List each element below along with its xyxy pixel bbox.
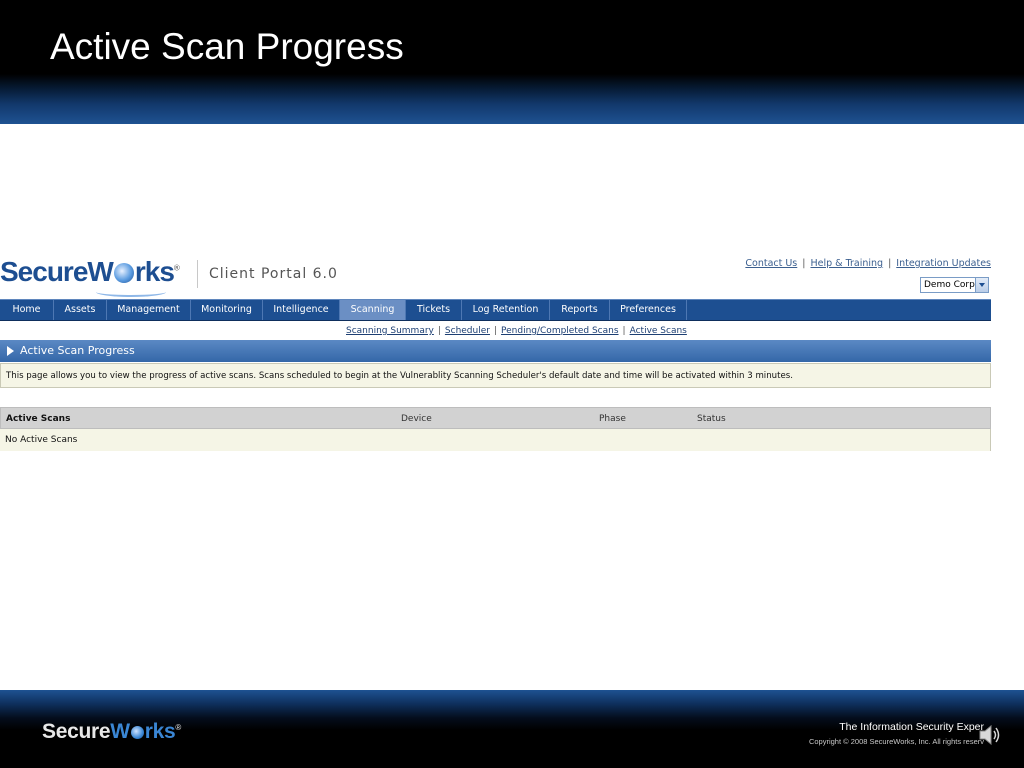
- nav-preferences[interactable]: Preferences: [610, 300, 687, 320]
- chevron-down-icon[interactable]: [975, 278, 988, 292]
- nav-reports[interactable]: Reports: [550, 300, 610, 320]
- nav-assets[interactable]: Assets: [54, 300, 107, 320]
- subnav-scheduler[interactable]: Scheduler: [445, 326, 490, 336]
- empty-message: No Active Scans: [5, 435, 78, 445]
- section-title: Active Scan Progress: [20, 344, 135, 357]
- triangle-right-icon: [7, 346, 14, 356]
- nav-monitoring[interactable]: Monitoring: [191, 300, 263, 320]
- column-device[interactable]: Device: [401, 414, 432, 424]
- client-portal-label: Client Portal 6.0: [209, 266, 338, 282]
- subnav-pending-completed-scans[interactable]: Pending/Completed Scans: [501, 326, 619, 336]
- footer-copyright: Copyright © 2008 SecureWorks, Inc. All r…: [808, 737, 984, 746]
- logo-swoosh: [96, 287, 166, 297]
- contact-us-link[interactable]: Contact Us: [745, 258, 797, 269]
- company-select[interactable]: Demo Corp: [920, 277, 989, 293]
- company-select-value: Demo Corp: [924, 280, 975, 290]
- table-header: Active Scans Device Phase Status: [0, 407, 991, 429]
- column-status[interactable]: Status: [697, 414, 726, 424]
- speaker-icon[interactable]: [977, 722, 1001, 748]
- footer-logo: SecureW rks®: [42, 720, 182, 743]
- nav-scanning[interactable]: Scanning: [340, 300, 406, 320]
- slide-title: Active Scan Progress: [50, 26, 404, 67]
- scanning-subnav: Scanning Summary | Scheduler | Pending/Compl…: [346, 326, 687, 336]
- secureworks-logo: SecureW rks®: [0, 256, 180, 287]
- footer-globe-icon: [130, 726, 144, 739]
- nav-log-retention[interactable]: Log Retention: [462, 300, 550, 320]
- column-phase[interactable]: Phase: [599, 414, 626, 424]
- top-links: Contact Us | Help & Training | Integration U…: [745, 258, 991, 269]
- header-divider: [197, 260, 198, 288]
- subnav-scanning-summary[interactable]: Scanning Summary: [346, 326, 434, 336]
- integration-updates-link[interactable]: Integration Updates: [896, 258, 991, 269]
- subnav-active-scans[interactable]: Active Scans: [630, 326, 687, 336]
- globe-icon: [113, 263, 134, 283]
- help-training-link[interactable]: Help & Training: [810, 258, 883, 269]
- nav-intelligence[interactable]: Intelligence: [263, 300, 340, 320]
- nav-home[interactable]: Home: [0, 300, 54, 320]
- footer-tagline: The Information Security Exper: [839, 721, 984, 733]
- table-row: No Active Scans: [0, 429, 991, 451]
- column-active-scans[interactable]: Active Scans: [6, 414, 70, 424]
- nav-tickets[interactable]: Tickets: [406, 300, 462, 320]
- nav-management[interactable]: Management: [107, 300, 191, 320]
- section-header: Active Scan Progress: [0, 340, 991, 362]
- portal-screenshot: SecureW rks® Client Portal 6.0 Contact Us…: [0, 250, 991, 451]
- info-text: This page allows you to view the progres…: [6, 371, 793, 381]
- main-navbar: Home Assets Management Monitoring Intell…: [0, 299, 991, 321]
- info-box: This page allows you to view the progres…: [0, 363, 991, 388]
